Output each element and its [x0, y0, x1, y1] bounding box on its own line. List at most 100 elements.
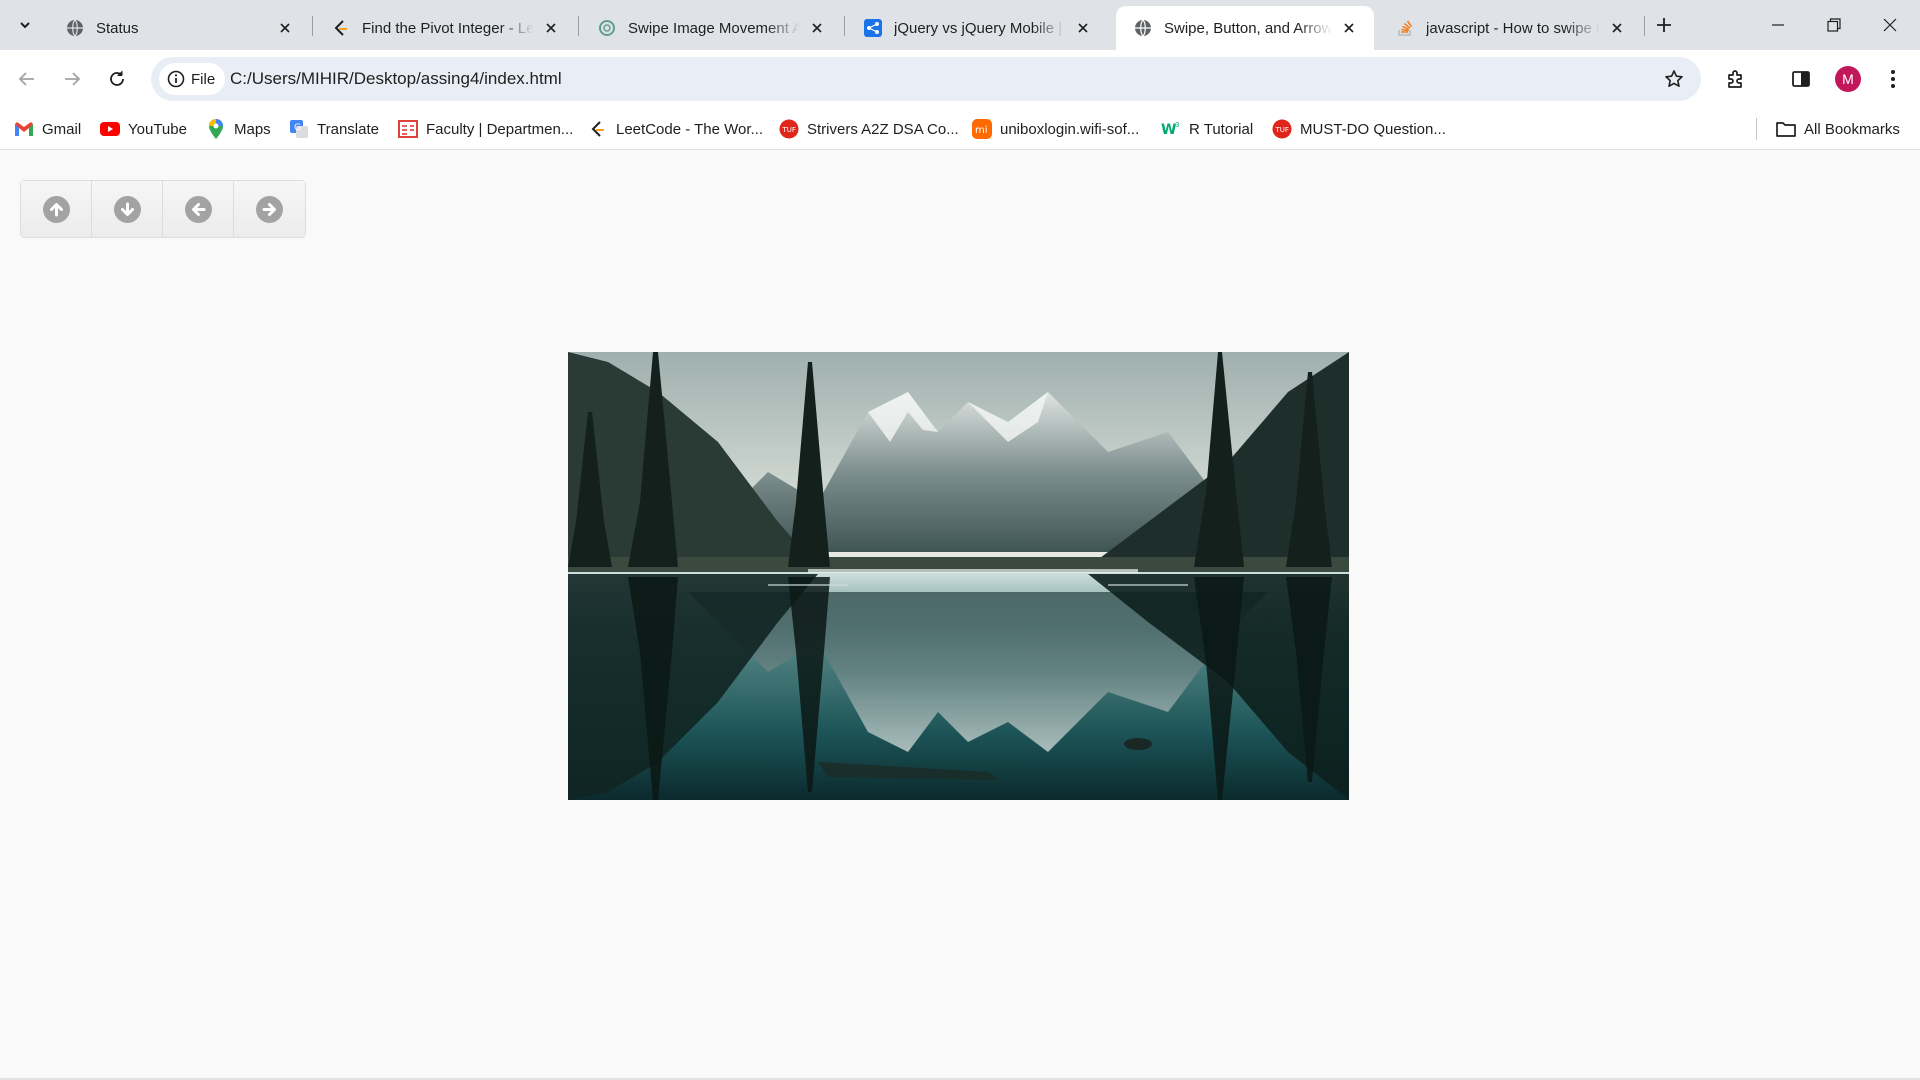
page-content: [0, 151, 1920, 1080]
leetcode-icon: [332, 19, 350, 37]
swipe-image[interactable]: [568, 352, 1349, 800]
arrow-right-icon: [256, 195, 283, 223]
bookmark-r-tutorial[interactable]: W3 R Tutorial: [1161, 117, 1253, 141]
mi-icon: mi: [972, 119, 992, 139]
youtube-icon: [100, 119, 120, 139]
move-down-button[interactable]: [92, 181, 163, 237]
close-window-button[interactable]: [1862, 0, 1918, 50]
tab-title: Status: [96, 19, 139, 37]
bookmark-must-do[interactable]: TUF MUST-DO Question...: [1272, 117, 1446, 141]
svg-text:TUF: TUF: [1275, 126, 1289, 134]
bookmark-label: Strivers A2Z DSA Co...: [807, 120, 959, 138]
tab-jquery[interactable]: jQuery vs jQuery Mobile | W3schools: [846, 6, 1108, 50]
move-left-button[interactable]: [163, 181, 234, 237]
menu-button[interactable]: [1875, 61, 1911, 97]
close-icon[interactable]: [1072, 17, 1094, 39]
reload-button[interactable]: [99, 61, 135, 97]
chatgpt-icon: [598, 19, 616, 37]
bookmark-label: Translate: [317, 120, 379, 138]
bookmark-label: YouTube: [128, 120, 187, 138]
url-text[interactable]: C:/Users/MIHIR/Desktop/assing4/index.htm…: [230, 69, 562, 89]
close-icon[interactable]: [1338, 17, 1360, 39]
tab-title: Swipe Image Movement Assistance: [628, 19, 800, 37]
close-icon[interactable]: [274, 17, 296, 39]
minimize-icon: [1772, 24, 1784, 26]
tab-title: javascript - How to swipe to change imag…: [1426, 19, 1600, 37]
side-panel-icon: [1792, 71, 1810, 87]
arrow-down-icon: [113, 195, 141, 223]
tab-title: Find the Pivot Integer - LeetCode: [362, 19, 534, 37]
forward-button[interactable]: [54, 61, 90, 97]
tab-divider: [844, 16, 845, 36]
back-button[interactable]: [9, 61, 45, 97]
svg-text:G: G: [294, 123, 301, 133]
bookmark-leetcode[interactable]: LeetCode - The Wor...: [588, 117, 763, 141]
svg-text:3: 3: [1175, 121, 1179, 129]
tab-swipe-active[interactable]: Swipe, Button, and Arrow Keys: [1116, 6, 1374, 50]
browser-toolbar: File C:/Users/MIHIR/Desktop/assing4/inde…: [0, 50, 1920, 108]
close-icon[interactable]: [540, 17, 562, 39]
bookmark-strivers[interactable]: TUF Strivers A2Z DSA Co...: [779, 117, 959, 141]
bookmark-gmail[interactable]: Gmail: [14, 117, 81, 141]
arrow-left-icon: [184, 195, 212, 223]
globe-icon: [66, 19, 84, 37]
info-icon: [167, 70, 185, 88]
bookmark-label: Faculty | Departmen...: [426, 120, 574, 138]
all-bookmarks-label: All Bookmarks: [1804, 120, 1900, 138]
tab-title: Swipe, Button, and Arrow Keys: [1164, 19, 1332, 37]
extensions-button[interactable]: [1718, 61, 1754, 97]
bookmark-maps[interactable]: Maps: [206, 117, 271, 141]
tab-divider: [312, 16, 313, 36]
bookmark-faculty[interactable]: Faculty | Departmen...: [398, 117, 573, 141]
tab-title: jQuery vs jQuery Mobile | W3schools: [894, 19, 1066, 37]
move-right-button[interactable]: [234, 181, 305, 237]
svg-text:mi: mi: [975, 125, 988, 136]
leetcode-icon: [588, 119, 608, 139]
star-icon: [1665, 70, 1683, 87]
move-up-button[interactable]: [21, 181, 92, 237]
site-info-chip[interactable]: File: [159, 63, 226, 95]
scheme-label: File: [191, 70, 216, 88]
reload-icon: [110, 70, 124, 86]
bookmark-label: R Tutorial: [1189, 120, 1254, 138]
bookmark-unibox[interactable]: mi uniboxlogin.wifi-sof...: [972, 117, 1139, 141]
tuf-icon: TUF: [1272, 119, 1292, 139]
chevron-down-icon: [20, 22, 30, 29]
restore-icon: [1827, 18, 1841, 32]
bookmark-youtube[interactable]: YouTube: [100, 117, 187, 141]
w3-share-icon: [864, 19, 882, 37]
plus-icon: [1657, 18, 1671, 32]
tab-divider: [578, 16, 579, 36]
tuf-icon: TUF: [779, 119, 799, 139]
puzzle-icon: [1728, 70, 1742, 88]
arrow-up-icon: [42, 195, 70, 223]
address-bar[interactable]: File C:/Users/MIHIR/Desktop/assing4/inde…: [151, 57, 1701, 101]
close-icon[interactable]: [806, 17, 828, 39]
close-icon[interactable]: [1606, 17, 1628, 39]
profile-avatar[interactable]: M: [1835, 66, 1861, 92]
restore-button[interactable]: [1806, 0, 1862, 50]
tab-chatgpt[interactable]: Swipe Image Movement Assistance: [580, 6, 842, 50]
globe-icon: [1134, 19, 1152, 37]
side-panel-button[interactable]: [1783, 61, 1819, 97]
folder-icon: [1776, 119, 1796, 139]
close-icon: [1883, 18, 1897, 32]
tab-status[interactable]: Status: [48, 6, 310, 50]
minimize-button[interactable]: [1750, 0, 1806, 50]
tab-search-button[interactable]: [9, 10, 41, 40]
bookmark-label: Gmail: [42, 120, 82, 138]
bookmark-translate[interactable]: G Translate: [289, 117, 379, 141]
tab-stackoverflow[interactable]: javascript - How to swipe to change imag…: [1378, 6, 1642, 50]
svg-text:TUF: TUF: [782, 126, 796, 134]
image-nav-buttons: [20, 180, 306, 238]
bookmark-star-button[interactable]: [1661, 66, 1687, 92]
arrow-back-icon: [18, 72, 34, 86]
new-tab-button[interactable]: [1650, 10, 1678, 40]
bookmark-label: LeetCode - The Wor...: [616, 120, 764, 138]
bookmark-label: uniboxlogin.wifi-sof...: [1000, 120, 1140, 138]
gmail-icon: [14, 119, 34, 139]
bookmark-label: MUST-DO Question...: [1300, 120, 1446, 138]
arrow-forward-icon: [65, 72, 81, 86]
tab-leetcode[interactable]: Find the Pivot Integer - LeetCode: [314, 6, 576, 50]
all-bookmarks-button[interactable]: All Bookmarks: [1776, 117, 1900, 141]
